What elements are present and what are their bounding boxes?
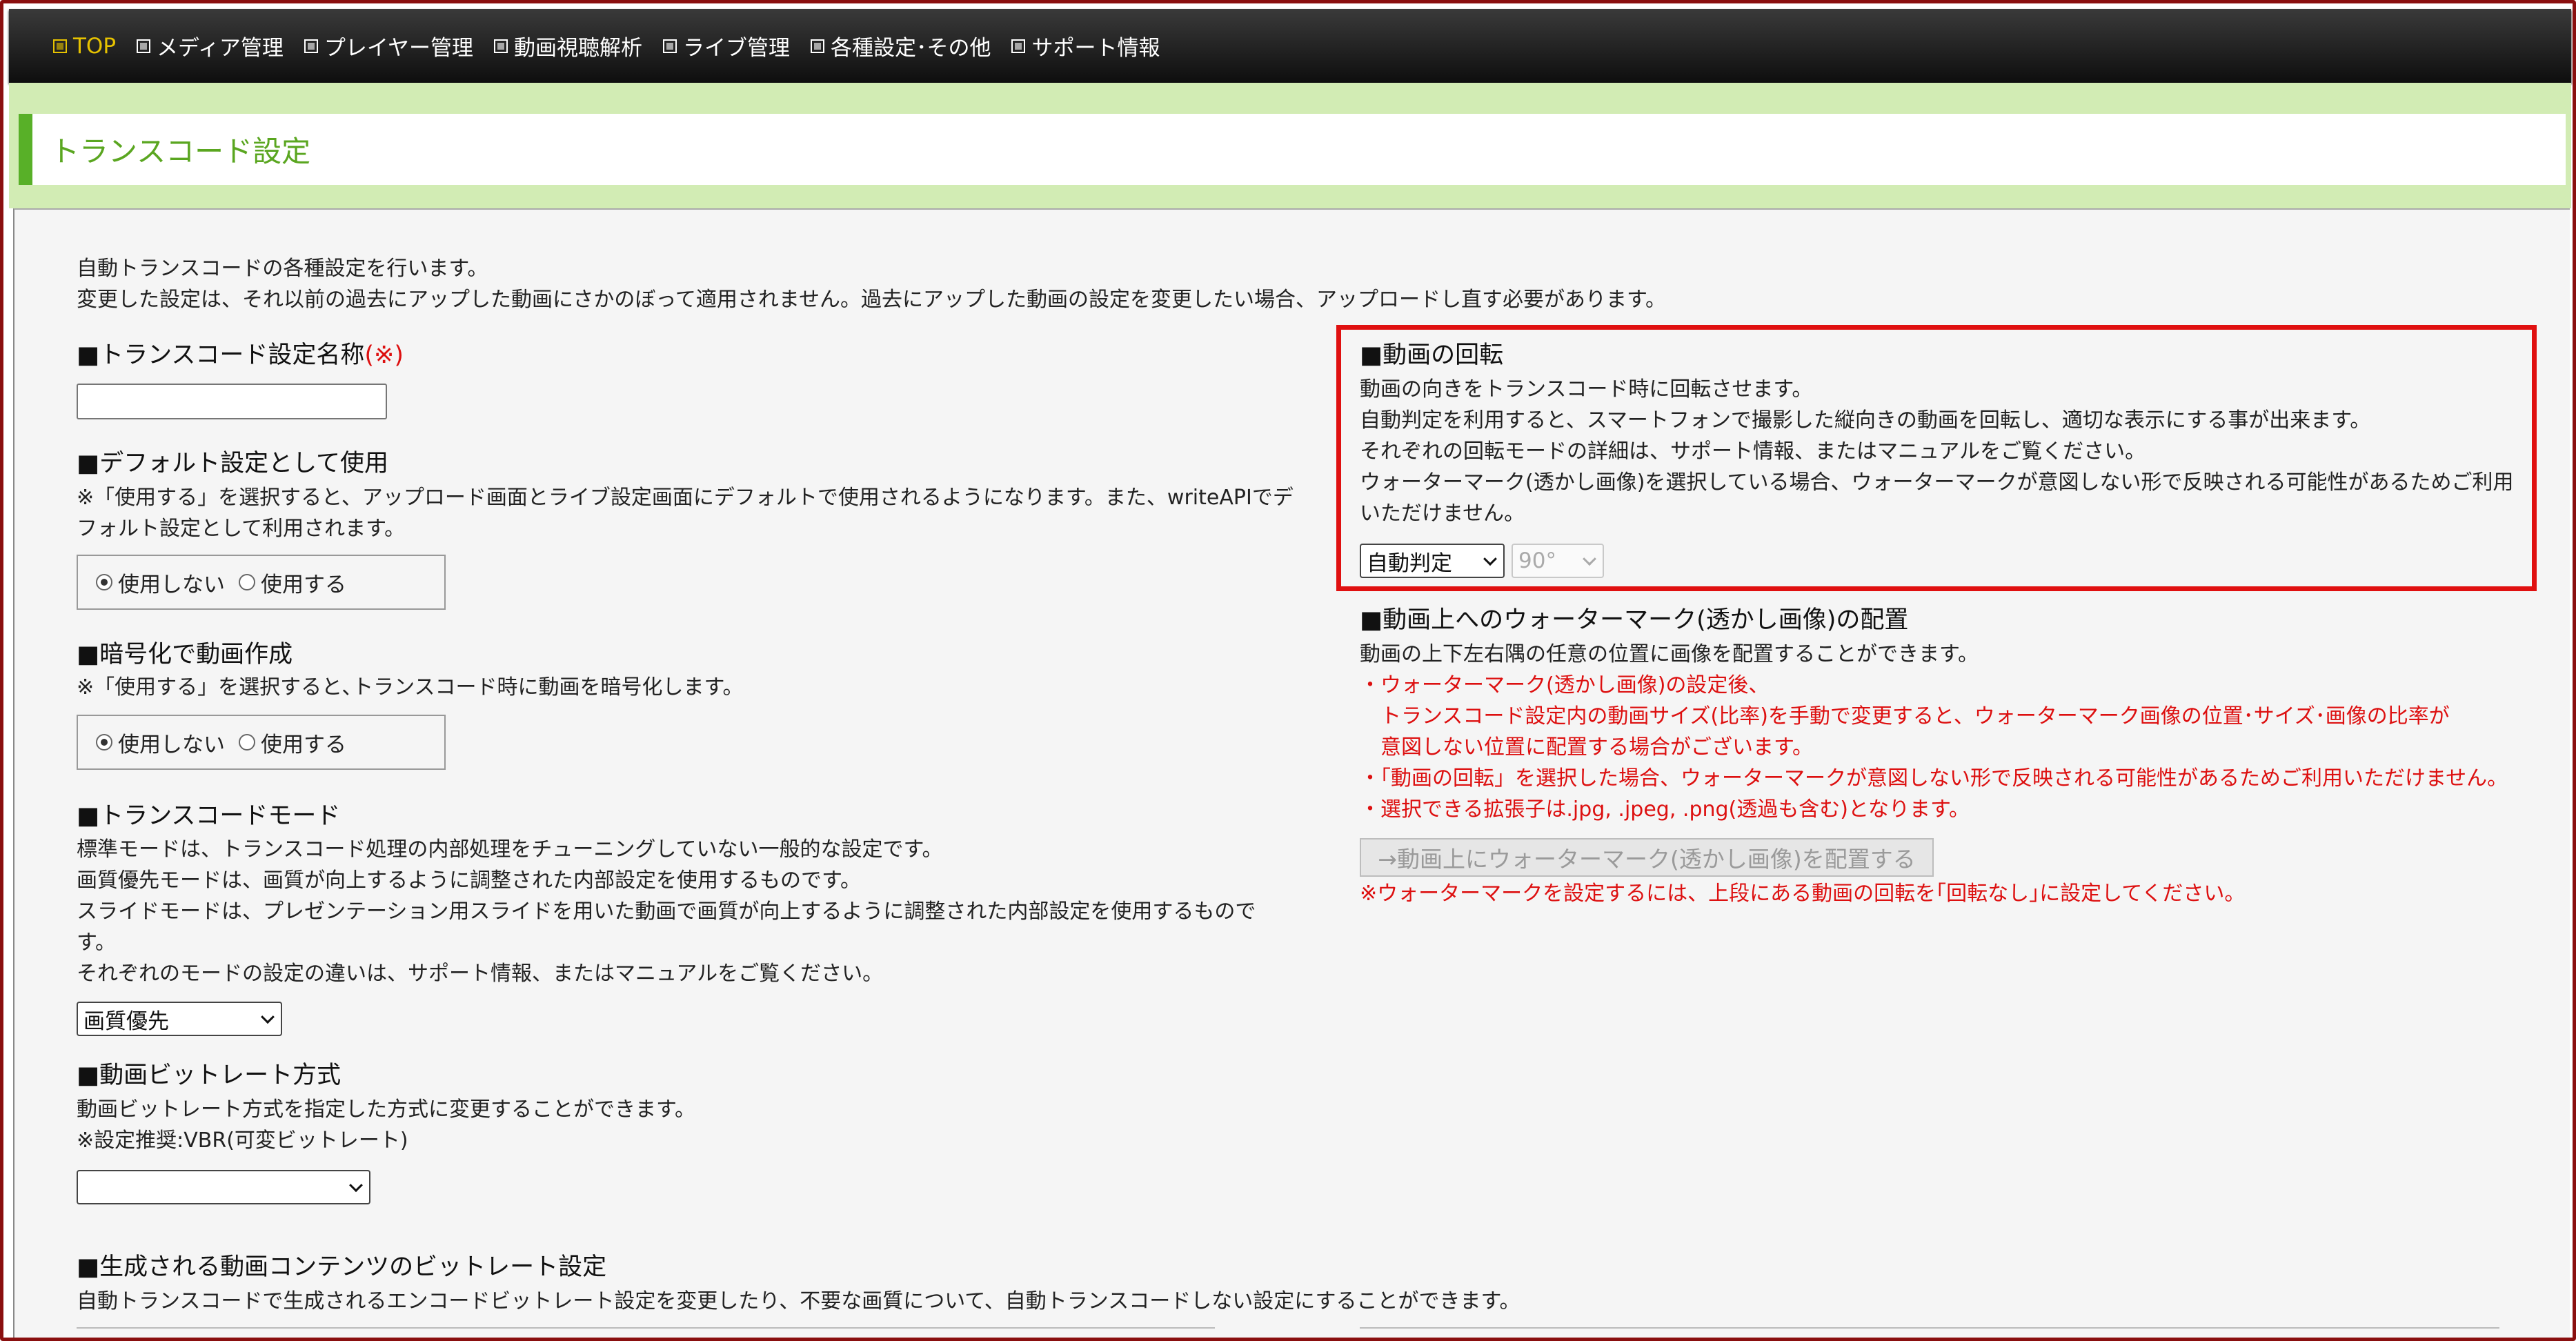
- watermark-warning-4: ・「動画の回転」を選択した場合、ウォーターマークが意図しない形で反映される可能性…: [1360, 766, 2508, 791]
- section-title-default: ■デフォルト設定として使用: [77, 450, 389, 477]
- section-title-watermark: ■動画上へのウォーターマーク(透かし画像)の配置: [1360, 606, 1909, 634]
- watermark-warning-1: ・ウォーターマーク(透かし画像)の設定後、: [1360, 673, 1770, 697]
- section-title-encrypt: ■暗号化で動画作成: [77, 641, 293, 668]
- rotation-desc-3: それぞれの回転モードの詳細は、サポート情報、またはマニュアルをご覧ください。: [1360, 439, 2146, 464]
- nav-label: 各種設定･その他: [830, 36, 991, 61]
- nav-label: TOP: [73, 33, 117, 59]
- intro-line-1: 自動トランスコードの各種設定を行います。: [77, 257, 488, 281]
- radio-label: 使用しない: [118, 572, 225, 597]
- rotation-desc-1: 動画の向きをトランスコード時に回転させます。: [1360, 377, 1813, 401]
- checkbox-icon: [810, 39, 824, 53]
- checkbox-icon: [662, 39, 677, 53]
- select-value: 画質優先: [83, 1009, 169, 1034]
- encrypt-radio-group: 使用しない 使用する: [77, 715, 446, 770]
- main-content: 自動トランスコードの各種設定を行います。 変更した設定は、それ以前の過去にアップ…: [13, 208, 2570, 1338]
- checkbox-icon: [1011, 39, 1026, 53]
- nav-item-settings[interactable]: 各種設定･その他: [810, 30, 991, 61]
- chevron-down-icon: [261, 1010, 275, 1024]
- nav-item-analytics[interactable]: 動画視聴解析: [493, 30, 642, 61]
- required-mark: (※): [364, 341, 404, 369]
- select-value: 自動判定: [1367, 550, 1452, 576]
- default-radio-group: 使用しない 使用する: [77, 555, 446, 610]
- select-value: 90°: [1518, 548, 1556, 573]
- nav-label: サポート情報: [1031, 36, 1160, 61]
- default-radio-use[interactable]: 使用する: [239, 567, 346, 598]
- mode-desc-3: スライドモードは、プレゼンテーション用スライドを用いた動画で画質が向上するように…: [77, 900, 1256, 924]
- table-top-border-right: [1360, 1327, 2499, 1329]
- radio-empty-icon: [239, 734, 255, 751]
- chevron-down-icon: [349, 1178, 363, 1193]
- mode-desc-1: 標準モードは、トランスコード処理の内部処理をチューニングしていない一般的な設定で…: [77, 837, 943, 862]
- checkbox-icon: [493, 39, 508, 53]
- watermark-warning-3: 意図しない位置に配置する場合がございます。: [1360, 735, 1813, 759]
- place-watermark-button[interactable]: →動画上にウォーターマーク(透かし画像)を配置する: [1360, 838, 1934, 877]
- section-title-text: ■トランスコード設定名称: [77, 341, 365, 369]
- encrypt-radio-not-use[interactable]: 使用しない: [96, 727, 225, 758]
- radio-selected-icon: [96, 734, 112, 751]
- watermark-note: ※ウォーターマークを設定するには、上段にある動画の回転を｢回転なし｣に設定してく…: [1360, 882, 2246, 906]
- nav-label: プレイヤー管理: [324, 36, 473, 61]
- section-title-name: ■トランスコード設定名称(※): [77, 338, 404, 372]
- nav-item-support[interactable]: サポート情報: [1011, 30, 1160, 61]
- chevron-down-icon: [1583, 552, 1596, 566]
- radio-selected-icon: [96, 574, 112, 590]
- transcode-mode-select[interactable]: 画質優先: [77, 1002, 282, 1036]
- mode-desc-5: それぞれのモードの設定の違いは、サポート情報、またはマニュアルをご覧ください。: [77, 962, 884, 986]
- nav-item-top[interactable]: TOP: [53, 34, 116, 59]
- rotation-desc-5: いただけません。: [1360, 501, 1525, 526]
- nav-item-live[interactable]: ライブ管理: [662, 30, 790, 61]
- nav-item-media[interactable]: メディア管理: [137, 30, 284, 61]
- encrypt-radio-use[interactable]: 使用する: [239, 727, 346, 758]
- rotation-desc-2: 自動判定を利用すると、スマートフォンで撮影した縦向きの動画を回転し、適切な表示に…: [1360, 408, 2371, 433]
- encrypt-desc-1: ※「使用する」を選択すると､トランスコード時に動画を暗号化します。: [77, 675, 744, 699]
- rotation-angle-select[interactable]: 90°: [1512, 544, 1604, 578]
- page-header-band: トランスコード設定: [9, 83, 2571, 208]
- section-title-bitrate-mode: ■動画ビットレート方式: [77, 1062, 341, 1089]
- watermark-warning-2: トランスコード設定内の動画サイズ(比率)を手動で変更すると、ウォーターマーク画像…: [1360, 704, 2450, 728]
- watermark-warning-5: ・選択できる拡張子は.jpg, .jpeg, .png(透過も含む)となります。: [1360, 797, 1970, 822]
- watermark-desc-1: 動画の上下左右隅の任意の位置に画像を配置することができます。: [1360, 642, 1979, 666]
- nav-label: 動画視聴解析: [513, 36, 642, 61]
- checkbox-icon: [137, 39, 151, 53]
- mode-desc-2: 画質優先モードは、画質が向上するように調整された内部設定を使用するものです。: [77, 868, 861, 893]
- default-desc-2: フォルト設定として利用されます。: [77, 517, 406, 541]
- checkbox-icon: [53, 39, 67, 53]
- rotation-mode-select[interactable]: 自動判定: [1360, 544, 1505, 578]
- default-desc-1: ※「使用する」を選択すると、アップロード画面とライブ設定画面にデフォルトで使用さ…: [77, 486, 1294, 510]
- nav-label: ライブ管理: [682, 36, 790, 61]
- page-title: トランスコード設定: [50, 135, 311, 168]
- mode-desc-4: す。: [77, 931, 116, 955]
- nav-label: メディア管理: [157, 36, 284, 61]
- radio-empty-icon: [239, 574, 255, 590]
- chevron-down-icon: [1483, 552, 1497, 566]
- setting-name-input[interactable]: [77, 384, 387, 419]
- section-title-mode: ■トランスコードモード: [77, 802, 341, 830]
- radio-label: 使用する: [261, 572, 346, 597]
- page-title-box: トランスコード設定: [19, 114, 2566, 185]
- bitrate-desc-2: ※設定推奨:VBR(可変ビットレート): [77, 1129, 408, 1153]
- checkbox-icon: [304, 39, 318, 53]
- section-title-generated: ■生成される動画コンテンツのビットレート設定: [77, 1253, 607, 1281]
- top-nav: TOP メディア管理 プレイヤー管理 動画視聴解析 ライブ管理 各種設定･その他…: [9, 9, 2571, 83]
- generated-desc-1: 自動トランスコードで生成されるエンコードビットレート設定を変更したり、不要な画質…: [77, 1289, 1520, 1313]
- radio-label: 使用する: [261, 732, 346, 757]
- bitrate-mode-select[interactable]: [77, 1170, 370, 1204]
- intro-line-2: 変更した設定は、それ以前の過去にアップした動画にさかのぼって適用されません。過去…: [77, 288, 1666, 312]
- app-frame: TOP メディア管理 プレイヤー管理 動画視聴解析 ライブ管理 各種設定･その他…: [0, 0, 2576, 1341]
- rotation-desc-4: ウォーターマーク(透かし画像)を選択している場合、ウォーターマークが意図しない形…: [1360, 470, 2514, 495]
- section-title-rotation: ■動画の回転: [1360, 341, 1504, 369]
- nav-item-player[interactable]: プレイヤー管理: [304, 30, 473, 61]
- bitrate-desc-1: 動画ビットレート方式を指定した方式に変更することができます。: [77, 1097, 695, 1122]
- radio-label: 使用しない: [118, 732, 225, 757]
- table-top-border-left: [77, 1327, 1215, 1329]
- default-radio-not-use[interactable]: 使用しない: [96, 567, 225, 598]
